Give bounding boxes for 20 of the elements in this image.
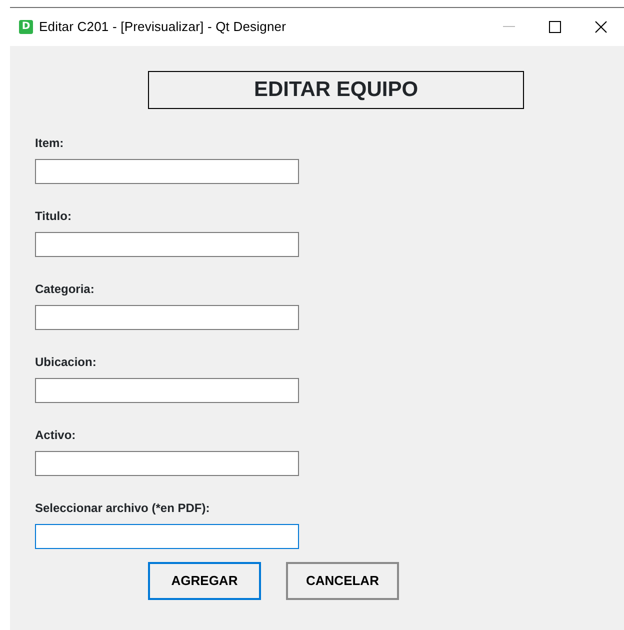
input-field[interactable] [35,232,299,257]
input-field[interactable] [35,159,299,184]
field-label: Seleccionar archivo (*en PDF): [35,500,211,516]
input-field[interactable] [35,524,299,549]
app-icon: D [19,20,33,34]
field-label: Categoria: [35,281,96,297]
close-icon [595,21,607,33]
field-label: Ubicacion: [35,354,98,370]
field-label: Item: [35,135,65,151]
input-field[interactable] [35,378,299,403]
field-label: Titulo: [35,208,72,224]
input-field[interactable] [35,451,299,476]
window-title: Editar C201 - [Previsualizar] - Qt Designer [39,18,286,36]
add-button[interactable]: AGREGAR [148,562,261,600]
cancel-button[interactable]: CANCELAR [286,562,399,600]
maximize-icon [549,21,561,33]
minimize-icon [503,26,515,28]
form-heading: EDITAR EQUIPO [148,71,524,109]
input-field[interactable] [35,305,299,330]
field-label: Activo: [35,427,77,443]
